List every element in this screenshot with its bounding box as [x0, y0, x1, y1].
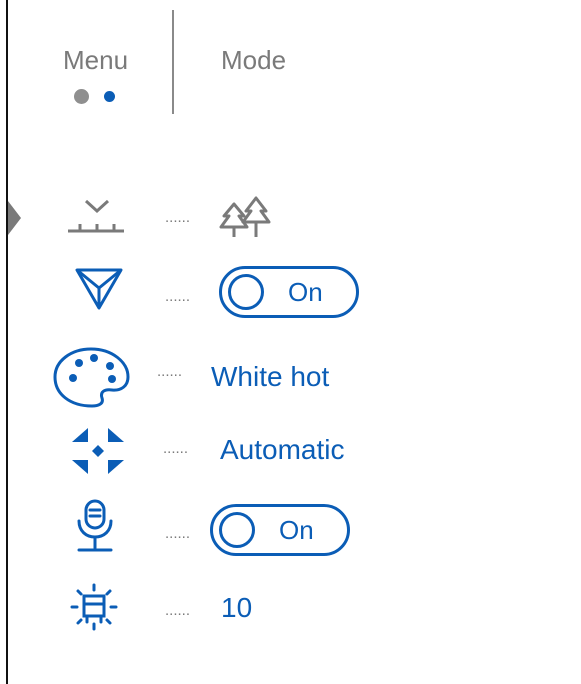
brightness-display-icon — [70, 583, 118, 631]
forest-icon — [219, 196, 271, 237]
color-palette-icon — [53, 347, 130, 408]
page-dot-inactive — [74, 89, 89, 104]
toggle-label: On — [279, 515, 314, 545]
leader-dots: ...... — [165, 288, 191, 305]
calibration-mode-icon — [68, 199, 124, 233]
leader-dots: ...... — [157, 363, 183, 380]
calibration-value: Automatic — [220, 434, 345, 465]
microphone-toggle[interactable]: On — [210, 504, 350, 556]
toggle-knob — [228, 274, 264, 310]
toggle-knob — [219, 512, 255, 548]
leader-dots: ...... — [165, 602, 191, 619]
header-divider — [172, 10, 174, 114]
microphone-icon — [77, 499, 113, 552]
leader-dots: ...... — [165, 525, 191, 542]
toggle-label: On — [288, 277, 323, 307]
brightness-value: 10 — [221, 592, 253, 623]
leader-dots: ...... — [165, 209, 191, 226]
auto-focus-arrows-icon — [72, 428, 124, 474]
selection-arrow-icon — [8, 201, 21, 235]
page-dot-active — [104, 91, 115, 102]
palette-value: White hot — [211, 361, 330, 392]
panel-left-border — [6, 0, 8, 684]
leader-dots: ...... — [163, 440, 189, 457]
tab-menu[interactable]: Menu — [63, 47, 128, 73]
tab-mode[interactable]: Mode — [221, 47, 286, 73]
pip-filter-icon — [75, 268, 123, 310]
pip-toggle[interactable]: On — [219, 266, 359, 318]
